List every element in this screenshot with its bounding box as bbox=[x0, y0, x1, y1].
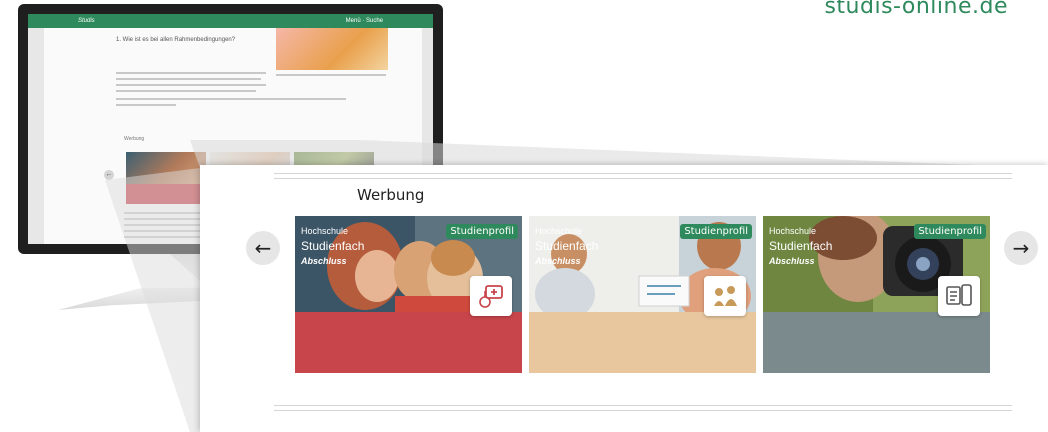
card-subject: Studienfach bbox=[301, 239, 365, 253]
card-footer bbox=[763, 312, 990, 373]
doctor-case-icon bbox=[479, 285, 503, 308]
mini-heading: 1. Wie ist es bei allen Rahmenbedingunge… bbox=[116, 37, 236, 43]
mini-hero-image bbox=[276, 28, 388, 70]
arrow-left-icon: ← bbox=[254, 236, 272, 260]
studienprofil-badge: Studienprofil bbox=[914, 224, 986, 239]
category-icon-box bbox=[938, 276, 980, 316]
carousel-next-button[interactable]: → bbox=[1004, 231, 1038, 265]
mini-text-line bbox=[116, 90, 256, 92]
mini-text-line bbox=[276, 74, 386, 76]
card-footer bbox=[529, 312, 756, 373]
ad-label: Werbung bbox=[357, 186, 425, 204]
mini-text-line bbox=[116, 78, 261, 80]
card-subject: Studienfach bbox=[769, 239, 833, 253]
ad-card-1[interactable]: Studienprofil Hochschule Studienfach Abs… bbox=[295, 216, 522, 373]
mini-text-line bbox=[116, 72, 266, 74]
card-degree: Abschluss bbox=[769, 256, 815, 266]
brand-name: studis-online.de bbox=[824, 0, 1008, 19]
studienprofil-badge: Studienprofil bbox=[446, 224, 518, 239]
arrow-right-icon: → bbox=[1012, 236, 1030, 260]
mini-navbar: Studis Menü · Suche bbox=[28, 14, 433, 28]
media-devices-icon bbox=[946, 284, 972, 306]
divider-bottom bbox=[274, 405, 1012, 411]
mini-text-line bbox=[116, 84, 266, 86]
ad-card-3[interactable]: Studienprofil Hochschule Studienfach Abs… bbox=[763, 216, 990, 373]
carousel-prev-button[interactable]: ← bbox=[246, 231, 280, 265]
mini-card bbox=[126, 152, 206, 204]
card-degree: Abschluss bbox=[535, 256, 581, 266]
card-footer bbox=[295, 312, 522, 373]
mini-logo: Studis bbox=[78, 18, 95, 24]
mini-ad-label: Werbung bbox=[124, 136, 145, 142]
teacher-student-icon bbox=[714, 286, 737, 306]
mini-text-line bbox=[116, 104, 176, 106]
mini-text-line bbox=[116, 98, 346, 100]
mini-prev-arrow: ← bbox=[104, 170, 114, 180]
card-university: Hochschule bbox=[301, 226, 349, 236]
category-icon-box bbox=[470, 276, 512, 316]
card-subject: Studienfach bbox=[535, 239, 599, 253]
zoom-panel: Werbung ← → Studienprofil Hochschule Stu… bbox=[200, 165, 1048, 432]
ad-card-2[interactable]: Studienprofil Hochschule Studienfach Abs… bbox=[529, 216, 756, 373]
mini-menu: Menü · Suche bbox=[345, 18, 383, 24]
category-icon-box bbox=[704, 276, 746, 316]
card-university: Hochschule bbox=[769, 226, 817, 236]
card-university: Hochschule bbox=[535, 226, 583, 236]
studienprofil-badge: Studienprofil bbox=[680, 224, 752, 239]
divider-top bbox=[274, 173, 1012, 179]
card-degree: Abschluss bbox=[301, 256, 347, 266]
